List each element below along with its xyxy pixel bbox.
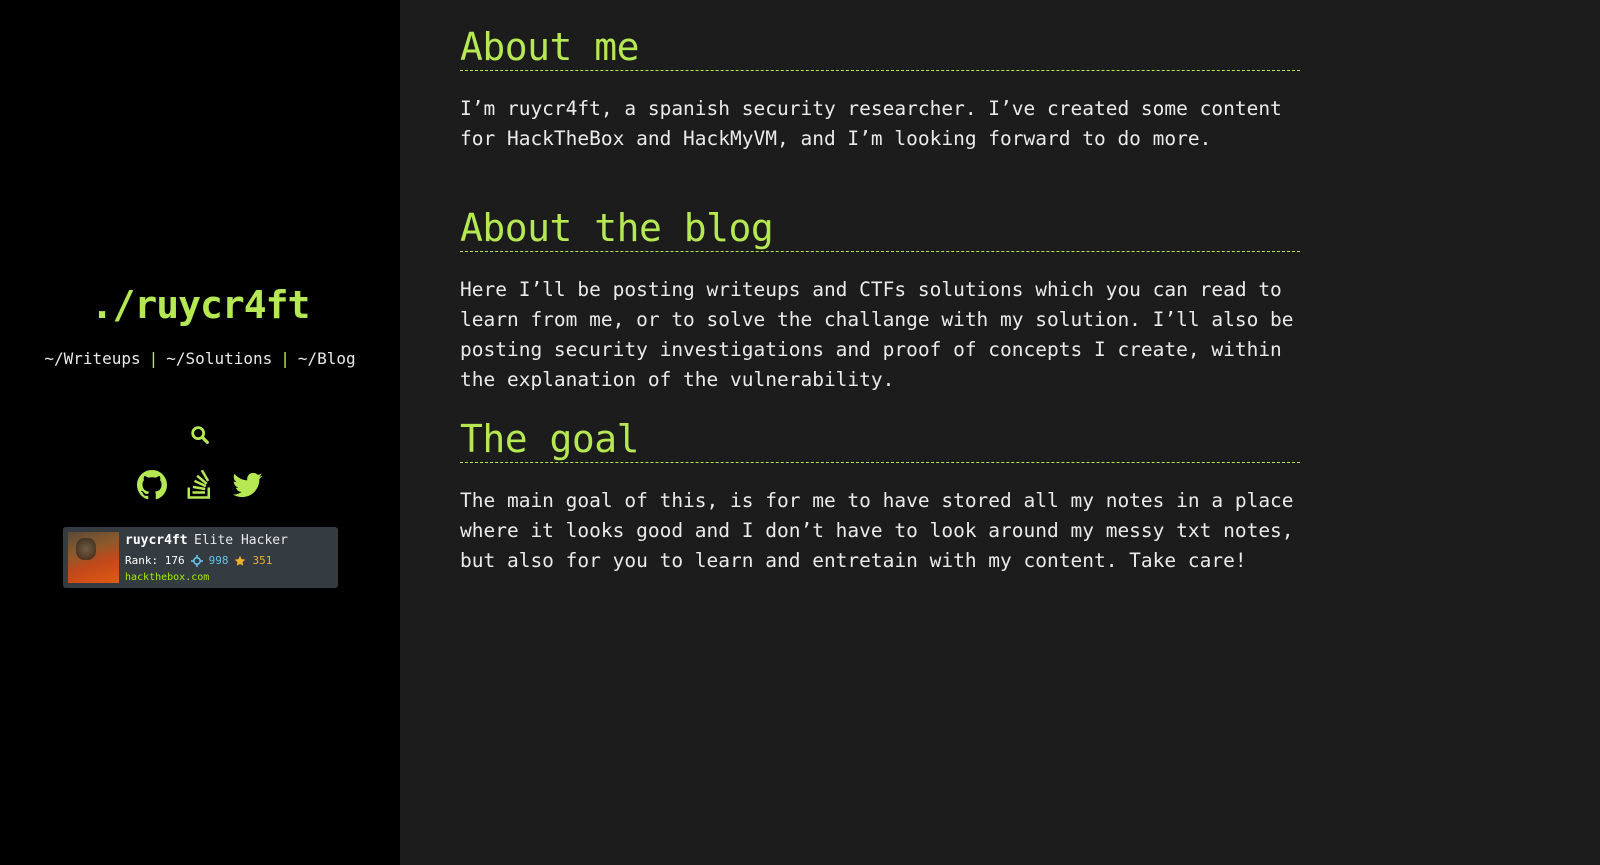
badge-username: ruycr4ft xyxy=(125,533,188,548)
site-title[interactable]: ./ruycr4ft xyxy=(0,283,400,327)
hackthebox-badge[interactable]: ruycr4ft Elite Hacker Rank: 176 998 351 … xyxy=(63,527,338,588)
nav-separator: | xyxy=(280,349,290,368)
section-body-about-me: I’m ruycr4ft, a spanish security researc… xyxy=(460,97,1282,150)
nav-solutions[interactable]: ~/Solutions xyxy=(166,349,272,368)
stackoverflow-icon[interactable] xyxy=(185,470,215,500)
search-icon[interactable] xyxy=(189,424,211,446)
nav-menu: ~/Writeups | ~/Solutions | ~/Blog xyxy=(0,349,400,368)
section-body-about-blog: Here I’ll be posting writeups and CTFs s… xyxy=(460,278,1294,391)
section-body-goal: The main goal of this, is for me to have… xyxy=(460,489,1294,572)
badge-respect: 998 xyxy=(208,554,229,567)
badge-site-link[interactable]: hackthebox.com xyxy=(125,572,209,583)
badge-rank: Rank: 176 xyxy=(125,554,185,567)
badge-title: Elite Hacker xyxy=(194,533,288,548)
section-heading-goal: The goal xyxy=(460,416,1300,463)
section-heading-about-me: About me xyxy=(460,24,1300,71)
twitter-icon[interactable] xyxy=(233,470,263,500)
badge-stats: Rank: 176 998 351 xyxy=(125,554,272,567)
github-icon[interactable] xyxy=(137,470,167,500)
nav-separator: | xyxy=(148,349,159,368)
section-heading-about-blog: About the blog xyxy=(460,205,1300,252)
social-links xyxy=(0,470,400,500)
avatar xyxy=(68,532,119,583)
nav-blog[interactable]: ~/Blog xyxy=(298,349,356,368)
respect-icon xyxy=(190,554,203,567)
sidebar: ./ruycr4ft ~/Writeups | ~/Solutions | ~/Blog… xyxy=(0,0,400,865)
badge-points: 351 xyxy=(252,554,273,567)
nav-writeups[interactable]: ~/Writeups xyxy=(44,349,140,368)
star-icon xyxy=(235,555,246,566)
